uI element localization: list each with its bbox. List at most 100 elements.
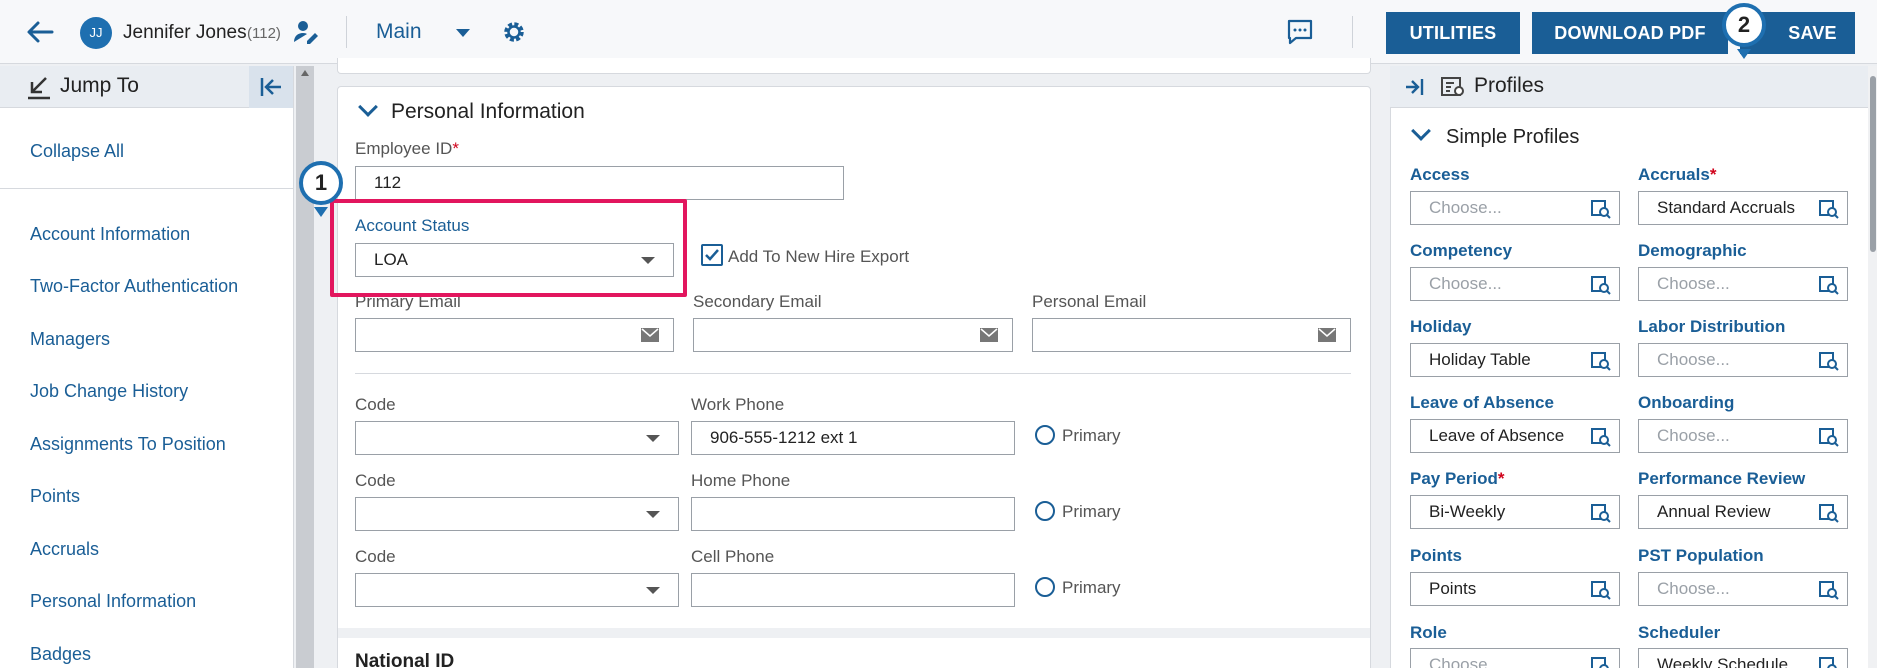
divider bbox=[0, 188, 294, 189]
callout-2: 2 bbox=[1722, 3, 1766, 47]
nav-item-account-information[interactable]: Account Information bbox=[30, 224, 190, 245]
lookup-icon[interactable] bbox=[1819, 580, 1839, 600]
checkmark-icon bbox=[705, 249, 719, 261]
mail-icon bbox=[980, 328, 998, 342]
utilities-button[interactable]: UTILITIES bbox=[1386, 12, 1520, 54]
callout-1: 1 bbox=[299, 161, 343, 205]
personal-email-label: Personal Email bbox=[1032, 292, 1147, 311]
cell-phone-input[interactable] bbox=[691, 573, 1015, 607]
back-arrow-icon[interactable] bbox=[26, 20, 54, 44]
code-select[interactable] bbox=[355, 421, 679, 455]
jump-to-icon bbox=[28, 77, 50, 100]
holiday-input[interactable]: Holiday Table bbox=[1410, 343, 1620, 377]
primary-label: Primary bbox=[1062, 502, 1121, 521]
work-phone-label: Work Phone bbox=[691, 395, 785, 414]
collapse-panel-button[interactable] bbox=[249, 66, 293, 108]
competency-input[interactable]: Choose... bbox=[1410, 267, 1620, 301]
lookup-icon[interactable] bbox=[1591, 656, 1611, 668]
lookup-icon[interactable] bbox=[1591, 351, 1611, 371]
code-select[interactable] bbox=[355, 497, 679, 531]
expand-right-icon[interactable] bbox=[1402, 75, 1426, 99]
section-gap bbox=[338, 628, 1370, 638]
lookup-icon[interactable] bbox=[1819, 351, 1839, 371]
callout-pointer bbox=[314, 207, 328, 217]
collapse-all-link[interactable]: Collapse All bbox=[30, 141, 124, 162]
secondary-email-label: Secondary Email bbox=[693, 292, 822, 311]
download-pdf-button[interactable]: DOWNLOAD PDF bbox=[1532, 12, 1728, 54]
user-edit-icon[interactable] bbox=[292, 18, 320, 46]
labor-distribution-label: Labor Distribution bbox=[1638, 317, 1786, 336]
view-selector-label[interactable]: Main bbox=[376, 20, 422, 44]
leave-of-absence-input[interactable]: Leave of Absence bbox=[1410, 419, 1620, 453]
profile-settings-icon bbox=[1441, 77, 1464, 96]
lookup-icon[interactable] bbox=[1819, 656, 1839, 668]
add-to-new-hire-export-label: Add To New Hire Export bbox=[728, 247, 910, 266]
nav-item-job-change-history[interactable]: Job Change History bbox=[30, 381, 188, 402]
primary-radio[interactable] bbox=[1035, 501, 1055, 521]
chevron-down-icon[interactable] bbox=[456, 29, 470, 37]
scheduler-input[interactable]: Weekly Schedule bbox=[1638, 648, 1848, 668]
performance-review-label: Performance Review bbox=[1638, 469, 1806, 488]
lookup-icon[interactable] bbox=[1591, 427, 1611, 447]
nav-item-two-factor-authentication[interactable]: Two-Factor Authentication bbox=[30, 276, 238, 297]
code-label: Code bbox=[355, 395, 396, 414]
pay-period-label: Pay Period* bbox=[1410, 469, 1505, 488]
scroll-up-icon[interactable] bbox=[301, 70, 309, 76]
nav-item-badges[interactable]: Badges bbox=[30, 644, 91, 665]
access-label: Access bbox=[1410, 165, 1470, 184]
user-id: (112) bbox=[247, 25, 281, 42]
nav-item-personal-information[interactable]: Personal Information bbox=[30, 591, 196, 612]
divider bbox=[346, 16, 347, 48]
nav-item-accruals[interactable]: Accruals bbox=[30, 539, 99, 560]
accruals-input[interactable]: Standard Accruals bbox=[1638, 191, 1848, 225]
lookup-icon[interactable] bbox=[1819, 275, 1839, 295]
nav-item-assignments-to-position[interactable]: Assignments To Position bbox=[30, 434, 226, 455]
gear-icon[interactable] bbox=[500, 18, 528, 46]
lookup-icon[interactable] bbox=[1819, 503, 1839, 523]
lookup-icon[interactable] bbox=[1819, 199, 1839, 219]
user-name: Jennifer Jones bbox=[123, 22, 247, 43]
employee-id-input[interactable]: 112 bbox=[355, 166, 844, 200]
section-title: Personal Information bbox=[391, 100, 585, 123]
lookup-icon[interactable] bbox=[1591, 275, 1611, 295]
work-phone-input[interactable]: 906-555-1212 ext 1 bbox=[691, 421, 1015, 455]
primary-email-input[interactable] bbox=[355, 318, 674, 352]
lookup-icon[interactable] bbox=[1591, 503, 1611, 523]
home-phone-input[interactable] bbox=[691, 497, 1015, 531]
onboarding-label: Onboarding bbox=[1638, 393, 1735, 412]
pst-population-input[interactable]: Choose... bbox=[1638, 572, 1848, 606]
pst-population-label: PST Population bbox=[1638, 546, 1764, 565]
primary-radio[interactable] bbox=[1035, 577, 1055, 597]
avatar[interactable]: JJ bbox=[80, 17, 112, 49]
mail-icon bbox=[641, 328, 659, 342]
nav-item-managers[interactable]: Managers bbox=[30, 329, 110, 350]
lookup-icon[interactable] bbox=[1591, 580, 1611, 600]
labor-distribution-input[interactable]: Choose... bbox=[1638, 343, 1848, 377]
role-input[interactable]: Choose... bbox=[1410, 648, 1620, 668]
pay-period-input[interactable]: Bi-Weekly bbox=[1410, 495, 1620, 529]
demographic-input[interactable]: Choose... bbox=[1638, 267, 1848, 301]
scrollbar[interactable] bbox=[296, 66, 314, 668]
scheduler-label: Scheduler bbox=[1638, 623, 1721, 642]
chevron-down-icon bbox=[646, 435, 660, 442]
primary-radio[interactable] bbox=[1035, 425, 1055, 445]
secondary-email-input[interactable] bbox=[693, 318, 1013, 352]
scrollbar-thumb[interactable] bbox=[1870, 76, 1876, 252]
lookup-icon[interactable] bbox=[1591, 199, 1611, 219]
employee-id-label: Employee ID* bbox=[355, 139, 459, 158]
access-input[interactable]: Choose... bbox=[1410, 191, 1620, 225]
jump-to-panel: Jump To Collapse All Account Information… bbox=[0, 66, 294, 668]
add-to-new-hire-export-checkbox[interactable] bbox=[701, 244, 723, 266]
points-input[interactable]: Points bbox=[1410, 572, 1620, 606]
lookup-icon[interactable] bbox=[1819, 427, 1839, 447]
previous-card bbox=[337, 58, 1371, 74]
code-select[interactable] bbox=[355, 573, 679, 607]
jump-to-header: Jump To bbox=[0, 66, 293, 108]
nav-item-points[interactable]: Points bbox=[30, 486, 80, 507]
onboarding-input[interactable]: Choose... bbox=[1638, 419, 1848, 453]
personal-email-input[interactable] bbox=[1032, 318, 1351, 352]
performance-review-input[interactable]: Annual Review bbox=[1638, 495, 1848, 529]
role-label: Role bbox=[1410, 623, 1447, 642]
chat-icon[interactable] bbox=[1286, 18, 1314, 46]
profiles-header: Profiles bbox=[1390, 66, 1870, 108]
